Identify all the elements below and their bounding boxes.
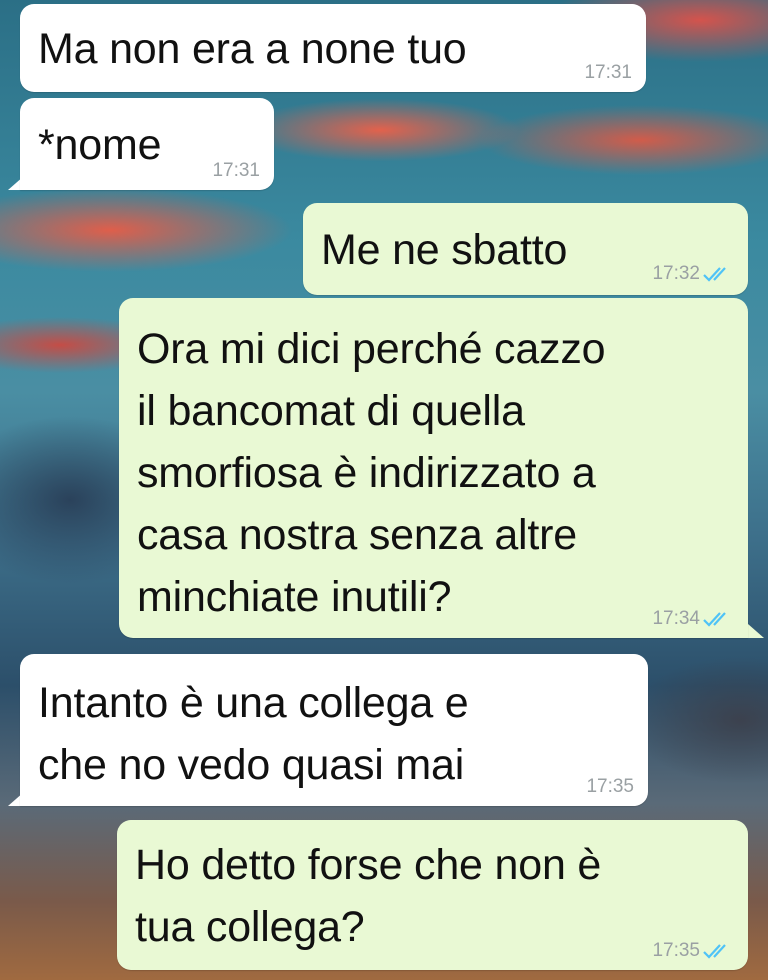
message-text-line: smorfiosa è indirizzato a [137, 449, 596, 497]
message-timestamp: 17:35 [586, 776, 634, 797]
double-check-icon [703, 267, 726, 282]
message-timestamp: 17:31 [212, 160, 260, 181]
message-incoming[interactable]: Ma non era a none tuo 17:31 [20, 4, 646, 92]
message-text-line: minchiate inutili? [137, 573, 452, 621]
message-timestamp: 17:35 [652, 940, 700, 961]
message-text: Ma non era a none tuo [38, 25, 467, 73]
message-text-line: casa nostra senza altre [137, 511, 577, 559]
message-timestamp: 17:31 [584, 62, 632, 83]
message-timestamp: 17:32 [652, 263, 700, 284]
message-outgoing[interactable]: Me ne sbatto 17:32 [303, 203, 748, 295]
double-check-icon [703, 612, 726, 627]
message-text-line: che no vedo quasi mai [38, 741, 465, 789]
bubble-tail [748, 624, 764, 638]
message-outgoing[interactable]: Ora mi dici perché cazzo il bancomat di … [119, 298, 748, 638]
message-timestamp: 17:34 [652, 608, 700, 629]
message-text-line: il bancomat di quella [137, 387, 525, 435]
message-text: *nome [38, 121, 162, 169]
message-outgoing[interactable]: Ho detto forse che non è tua collega? 17… [117, 820, 748, 970]
message-text-line: Intanto è una collega e [38, 679, 469, 727]
message-text-line: tua collega? [135, 903, 365, 951]
message-incoming[interactable]: *nome 17:31 [20, 98, 274, 190]
message-text: Me ne sbatto [321, 226, 568, 274]
double-check-icon [703, 944, 726, 959]
message-text-line: Ho detto forse che non è [135, 841, 602, 889]
message-text-line: Ora mi dici perché cazzo [137, 325, 606, 373]
message-incoming[interactable]: Intanto è una collega e che no vedo quas… [20, 654, 648, 806]
chat-screen: { "messages": [ {"direction":"in", "text… [0, 0, 768, 980]
